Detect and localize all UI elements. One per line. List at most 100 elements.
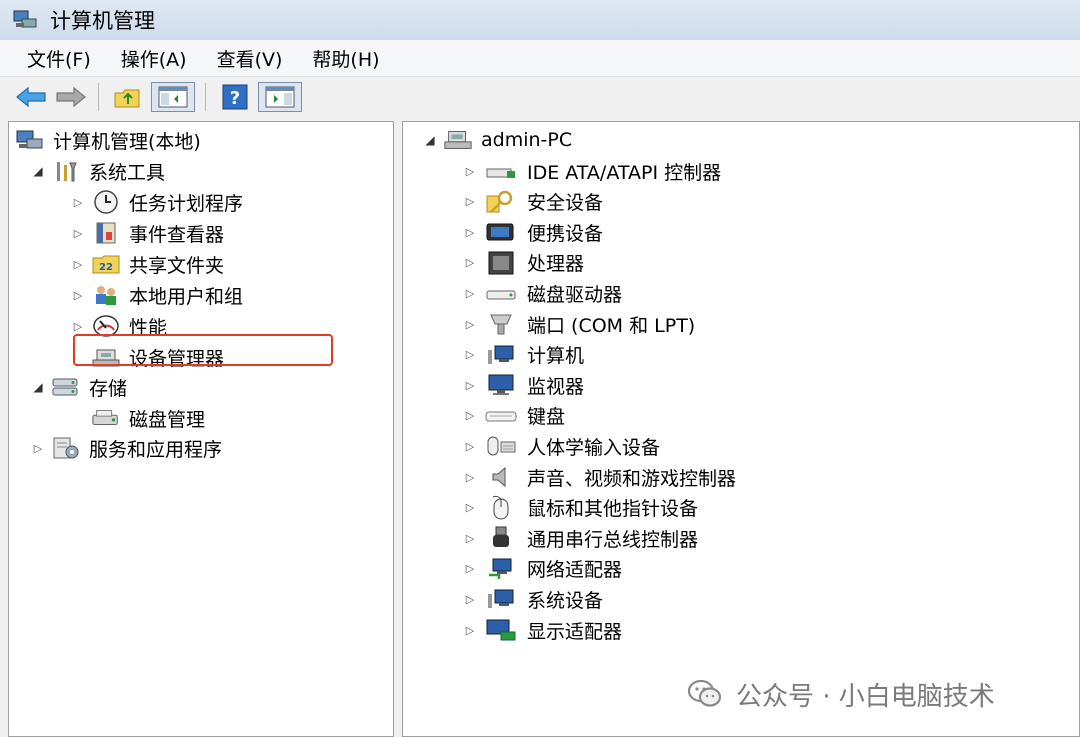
device-category-label: 键盘 — [527, 406, 566, 429]
tools-icon — [51, 159, 81, 183]
disk-drive-icon — [483, 281, 519, 305]
tree-item-label: 任务计划程序 — [129, 192, 244, 215]
expanded-arrow-icon[interactable]: ◢ — [423, 133, 437, 147]
tree-item-label: 本地用户和组 — [129, 285, 244, 308]
collapsed-arrow-icon[interactable]: ▷ — [463, 532, 477, 545]
collapsed-arrow-icon[interactable]: ▷ — [71, 227, 85, 240]
collapsed-arrow-icon[interactable]: ▷ — [463, 348, 477, 361]
collapsed-arrow-icon[interactable]: ▷ — [463, 409, 477, 422]
computer-icon — [443, 128, 473, 152]
collapsed-arrow-icon[interactable]: ▷ — [463, 226, 477, 239]
collapsed-arrow-icon[interactable]: ▷ — [463, 318, 477, 331]
menu-help[interactable]: 帮助(H) — [312, 45, 379, 72]
device-category-label: 监视器 — [527, 375, 585, 398]
action-pane-icon — [265, 86, 295, 108]
collapsed-arrow-icon[interactable]: ▷ — [463, 195, 477, 208]
toolbar: ? — [0, 77, 1080, 117]
device-category-human-interface-devices[interactable]: ▷ 人体学输入设备 — [463, 431, 660, 461]
tree-item-label: 存储 — [89, 377, 128, 400]
menu-bar: 文件(F) 操作(A) 查看(V) 帮助(H) — [0, 40, 1080, 77]
selection-highlight-box — [73, 334, 333, 366]
shared-folder-icon: 22 — [91, 252, 121, 276]
menu-file[interactable]: 文件(F) — [27, 45, 91, 72]
device-category-security-devices[interactable]: ▷ 安全设备 — [463, 187, 603, 217]
tree-item-services-applications[interactable]: ▷ 服务和应用程序 — [31, 433, 222, 463]
tree-item-label: 磁盘管理 — [129, 408, 206, 431]
tree-item-system-tools[interactable]: ◢ 系统工具 — [31, 156, 165, 186]
collapsed-arrow-icon[interactable]: ▷ — [71, 289, 85, 302]
tree-item-computer-management[interactable]: 计算机管理(本地) — [15, 125, 201, 155]
tree-item-local-users-groups[interactable]: ▷ 本地用户和组 — [71, 280, 243, 310]
up-level-button[interactable] — [111, 82, 145, 112]
collapsed-arrow-icon[interactable]: ▷ — [463, 165, 477, 178]
up-folder-icon — [114, 89, 140, 108]
device-category-system-devices[interactable]: ▷ 系统设备 — [463, 584, 603, 614]
device-category-computer[interactable]: ▷ 计算机 — [463, 340, 584, 370]
device-root-label: admin-PC — [481, 129, 573, 151]
device-category-ide-ata-atapi-controllers[interactable]: ▷ IDE ATA/ATAPI 控制器 — [463, 156, 721, 186]
collapsed-arrow-icon[interactable]: ▷ — [463, 624, 477, 637]
device-category-label: 通用串行总线控制器 — [527, 528, 699, 551]
device-category-usb-controllers[interactable]: ▷ 通用串行总线控制器 — [463, 523, 698, 553]
device-category-ports-com-lpt[interactable]: ▷ 端口 (COM 和 LPT) — [463, 309, 695, 339]
menu-view[interactable]: 查看(V) — [217, 45, 283, 72]
device-category-label: 便携设备 — [527, 222, 604, 245]
monitor-icon — [483, 373, 519, 397]
show-hide-tree-button[interactable] — [151, 82, 195, 112]
tree-item-disk-management[interactable]: 磁盘管理 — [85, 403, 205, 433]
forward-button[interactable] — [54, 82, 88, 112]
device-category-portable-devices[interactable]: ▷ 便携设备 — [463, 217, 603, 247]
security-key-icon — [483, 190, 519, 214]
device-category-label: 网络适配器 — [527, 559, 623, 582]
keyboard-icon — [483, 404, 519, 428]
expanded-arrow-icon[interactable]: ◢ — [31, 164, 45, 178]
toolbar-separator — [205, 83, 206, 111]
collapsed-arrow-icon[interactable]: ▷ — [463, 593, 477, 606]
tree-item-label: 系统工具 — [89, 161, 166, 184]
collapsed-arrow-icon[interactable]: ▷ — [71, 196, 85, 209]
collapsed-arrow-icon[interactable]: ▷ — [463, 501, 477, 514]
device-category-sound-video-game-controllers[interactable]: ▷ 声音、视频和游戏控制器 — [463, 462, 736, 492]
collapsed-arrow-icon[interactable]: ▷ — [463, 287, 477, 300]
menu-action[interactable]: 操作(A) — [121, 45, 187, 72]
navigation-tree: 计算机管理(本地) ◢ 系统工具 ▷ 任务计划程序 ▷ 事件查看器 ▷ 22 共… — [8, 121, 394, 737]
device-category-label: 安全设备 — [527, 192, 604, 215]
device-category-label: 系统设备 — [527, 589, 604, 612]
network-adapter-icon — [483, 557, 519, 581]
port-icon — [483, 312, 519, 336]
storage-icon — [51, 375, 81, 399]
tree-item-task-scheduler[interactable]: ▷ 任务计划程序 — [71, 187, 243, 217]
device-category-disk-drives[interactable]: ▷ 磁盘驱动器 — [463, 278, 622, 308]
device-root-admin-pc[interactable]: ◢ admin-PC — [423, 125, 572, 155]
device-category-monitors[interactable]: ▷ 监视器 — [463, 370, 584, 400]
help-button[interactable]: ? — [218, 82, 252, 112]
users-icon — [91, 283, 121, 307]
collapsed-arrow-icon[interactable]: ▷ — [463, 562, 477, 575]
device-category-mice-pointing-devices[interactable]: ▷ 鼠标和其他指针设备 — [463, 493, 698, 523]
system-device-icon — [483, 587, 519, 611]
collapsed-arrow-icon[interactable]: ▷ — [71, 258, 85, 271]
sound-icon — [483, 465, 519, 489]
collapsed-arrow-icon[interactable]: ▷ — [463, 379, 477, 392]
tree-item-storage[interactable]: ◢ 存储 — [31, 372, 127, 402]
toolbar-separator — [98, 83, 99, 111]
device-category-display-adapters[interactable]: ▷ 显示适配器 — [463, 615, 622, 645]
device-category-processors[interactable]: ▷ 处理器 — [463, 248, 584, 278]
collapsed-arrow-icon[interactable]: ▷ — [71, 320, 85, 333]
collapsed-arrow-icon[interactable]: ▷ — [463, 471, 477, 484]
collapsed-arrow-icon[interactable]: ▷ — [463, 440, 477, 453]
expanded-arrow-icon[interactable]: ◢ — [31, 380, 45, 394]
show-hide-action-pane-button[interactable] — [258, 82, 302, 112]
collapsed-arrow-icon[interactable]: ▷ — [463, 256, 477, 269]
device-category-network-adapters[interactable]: ▷ 网络适配器 — [463, 554, 622, 584]
tree-item-shared-folders[interactable]: ▷ 22 共享文件夹 — [71, 249, 224, 279]
ide-controller-icon — [483, 159, 519, 183]
device-category-label: 端口 (COM 和 LPT) — [527, 314, 696, 337]
mouse-icon — [483, 495, 519, 520]
svg-text:?: ? — [230, 88, 240, 109]
back-button[interactable] — [14, 82, 48, 112]
device-category-keyboards[interactable]: ▷ 键盘 — [463, 401, 565, 431]
tree-item-event-viewer[interactable]: ▷ 事件查看器 — [71, 218, 224, 248]
collapsed-arrow-icon[interactable]: ▷ — [31, 442, 45, 455]
watermark-text: 公众号 · 小白电脑技术 — [736, 681, 995, 712]
